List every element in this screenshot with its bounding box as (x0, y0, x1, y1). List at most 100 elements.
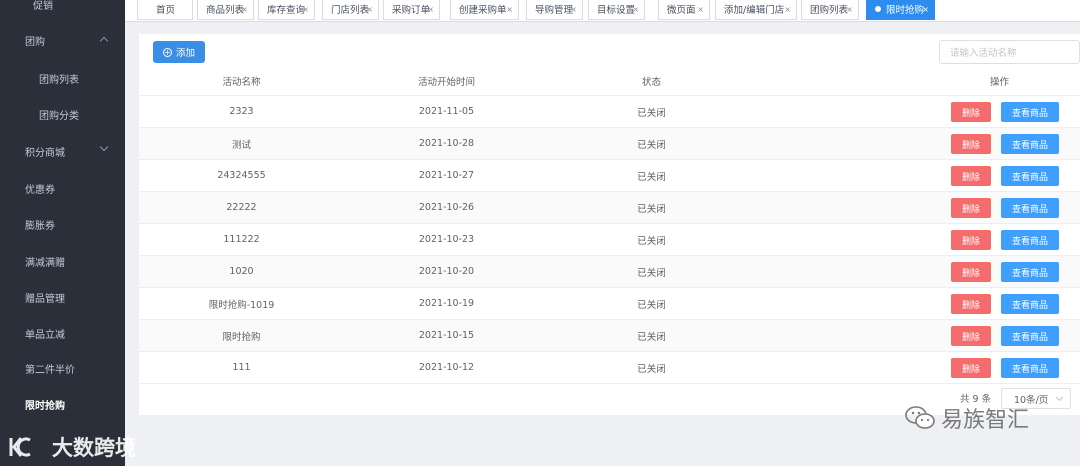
tab-home[interactable]: 首页 (137, 0, 193, 20)
cell-status: 已关闭 (637, 235, 666, 247)
sidebar-item-label: 第二件半价 (25, 364, 75, 376)
cell-start-time: 2021-10-12 (418, 362, 475, 373)
tab-label: 首页 (156, 5, 176, 16)
view-products-button[interactable]: 查看商品 (1001, 102, 1059, 122)
close-icon[interactable]: × (506, 5, 513, 14)
add-button-label: 添加 (175, 48, 195, 59)
cell-status: 已关闭 (637, 331, 666, 343)
close-icon[interactable]: × (922, 5, 929, 14)
cell-activity-name: 1020 (229, 266, 254, 277)
view-products-button[interactable]: 查看商品 (1001, 262, 1059, 282)
watermark-right-text: 易族智汇 (941, 408, 1030, 433)
cell-status: 已关闭 (637, 363, 666, 375)
delete-button[interactable]: 删除 (951, 166, 991, 186)
table-row: 2323 2021-11-05 已关闭 删除 查看商品 (139, 96, 1080, 128)
tab-label: 限时抢购 (886, 5, 925, 16)
cell-start-time: 2021-10-23 (418, 234, 475, 245)
delete-button[interactable]: 删除 (951, 326, 991, 346)
sidebar: 促销 团购 团购列表 团购分类 积分商城 优惠券 膨胀券 满减满赠 赠品管理 单… (0, 0, 125, 466)
table-body: 2323 2021-11-05 已关闭 删除 查看商品 测试 2021-10-28 已关闭 删除… (139, 96, 1080, 384)
table-header: 活动名称 活动开始时间 状态 操作 (139, 67, 1080, 96)
close-icon[interactable]: × (241, 5, 248, 14)
view-products-button[interactable]: 查看商品 (1001, 230, 1059, 250)
column-header-status: 状态 (641, 77, 661, 88)
add-button[interactable]: + 添加 (153, 41, 205, 63)
cell-start-time: 2021-10-28 (418, 138, 475, 149)
tab-micro-page[interactable]: 微页面 × (658, 0, 710, 20)
table-row: 限时抢购 2021-10-15 已关闭 删除 查看商品 (139, 320, 1080, 352)
search-placeholder: 请输入活动名称 (950, 48, 1017, 59)
table-row: 限时抢购-1019 2021-10-19 已关闭 删除 查看商品 (139, 288, 1080, 320)
view-products-button[interactable]: 查看商品 (1001, 326, 1059, 346)
sidebar-item-full-reduction[interactable]: 满减满赠 (0, 243, 125, 279)
search-input[interactable]: 请输入活动名称 (939, 40, 1080, 64)
column-header-name: 活动名称 (222, 77, 261, 88)
sidebar-item-label: 优惠券 (25, 184, 55, 196)
column-header-start-time: 活动开始时间 (417, 77, 475, 88)
close-icon[interactable]: × (427, 5, 434, 14)
sidebar-item-points-mall[interactable]: 积分商城 (0, 133, 125, 169)
view-products-button[interactable]: 查看商品 (1001, 294, 1059, 314)
active-dot-icon (875, 6, 881, 12)
delete-button[interactable]: 删除 (951, 198, 991, 218)
sidebar-item-coupons[interactable]: 优惠券 (0, 170, 125, 206)
sidebar-item-single-discount[interactable]: 单品立减 (0, 315, 125, 351)
delete-button[interactable]: 删除 (951, 134, 991, 154)
tab-product-list[interactable]: 商品列表 × (197, 0, 254, 20)
sidebar-item-flash-sale[interactable]: 限时抢购 (0, 386, 125, 422)
sidebar-item-label: 团购 (25, 36, 45, 48)
delete-button[interactable]: 删除 (951, 230, 991, 250)
cell-start-time: 2021-10-20 (418, 266, 475, 277)
watermark-left-text: 大数跨境 (52, 436, 136, 460)
sidebar-item-second-half-price[interactable]: 第二件半价 (0, 350, 125, 386)
sidebar-item-gift-management[interactable]: 赠品管理 (0, 279, 125, 315)
sidebar-item-label: 团购分类 (39, 110, 79, 122)
main-card: + 添加 请输入活动名称 活动名称 活动开始时间 状态 操作 2323 2021-… (139, 34, 1080, 415)
close-icon[interactable]: × (784, 5, 791, 14)
cell-start-time: 2021-10-15 (418, 330, 475, 341)
close-icon[interactable]: × (302, 5, 309, 14)
cell-status: 已关闭 (637, 203, 666, 215)
close-icon[interactable]: × (697, 5, 704, 14)
tab-label: 添加/编辑门店 (724, 5, 785, 16)
view-products-button[interactable]: 查看商品 (1001, 358, 1059, 378)
view-products-button[interactable]: 查看商品 (1001, 166, 1059, 186)
close-icon[interactable]: × (570, 5, 577, 14)
cell-start-time: 2021-10-27 (418, 170, 475, 181)
tab-flash-sale[interactable]: 限时抢购 × (866, 0, 935, 20)
tab-purchase-orders[interactable]: 采购订单 × (383, 0, 440, 20)
tab-create-purchase[interactable]: 创建采购单 × (450, 0, 519, 20)
close-icon[interactable]: × (846, 5, 853, 14)
sidebar-item-group-buy-list[interactable]: 团购列表 (0, 60, 125, 96)
tab-label: 团购列表 (810, 5, 849, 16)
tab-edit-store[interactable]: 添加/编辑门店 × (715, 0, 797, 20)
sidebar-item-expansion-coupons[interactable]: 膨胀券 (0, 206, 125, 242)
tab-inventory-query[interactable]: 库存查询 × (258, 0, 315, 20)
tab-guide-management[interactable]: 导购管理 × (526, 0, 583, 20)
sidebar-item-label: 单品立减 (25, 329, 65, 341)
delete-button[interactable]: 删除 (951, 294, 991, 314)
view-products-button[interactable]: 查看商品 (1001, 134, 1059, 154)
brand-logo-icon (9, 437, 31, 457)
cell-activity-name: 限时抢购-1019 (208, 299, 275, 311)
table-row: 1020 2021-10-20 已关闭 删除 查看商品 (139, 256, 1080, 288)
cell-activity-name: 22222 (226, 202, 257, 213)
sidebar-item-promotion[interactable]: 促销 (0, 0, 125, 22)
delete-button[interactable]: 删除 (951, 358, 991, 378)
sidebar-item-group-buy[interactable]: 团购 (0, 22, 125, 58)
chevron-down-icon (99, 142, 109, 152)
tab-target-settings[interactable]: 目标设置 × (588, 0, 645, 20)
sidebar-item-group-buy-category[interactable]: 团购分类 (0, 96, 125, 132)
delete-button[interactable]: 删除 (951, 262, 991, 282)
delete-button[interactable]: 删除 (951, 102, 991, 122)
tab-group-buy-list[interactable]: 团购列表 × (801, 0, 859, 20)
close-icon[interactable]: × (366, 5, 373, 14)
cell-status: 已关闭 (637, 267, 666, 279)
close-icon[interactable]: × (632, 5, 639, 14)
cell-activity-name: 限时抢购 (222, 331, 261, 343)
chevron-up-icon (99, 36, 109, 46)
sidebar-item-label: 膨胀券 (25, 220, 55, 232)
view-products-button[interactable]: 查看商品 (1001, 198, 1059, 218)
tab-store-list[interactable]: 门店列表 × (322, 0, 379, 20)
sidebar-item-label: 赠品管理 (25, 293, 65, 305)
